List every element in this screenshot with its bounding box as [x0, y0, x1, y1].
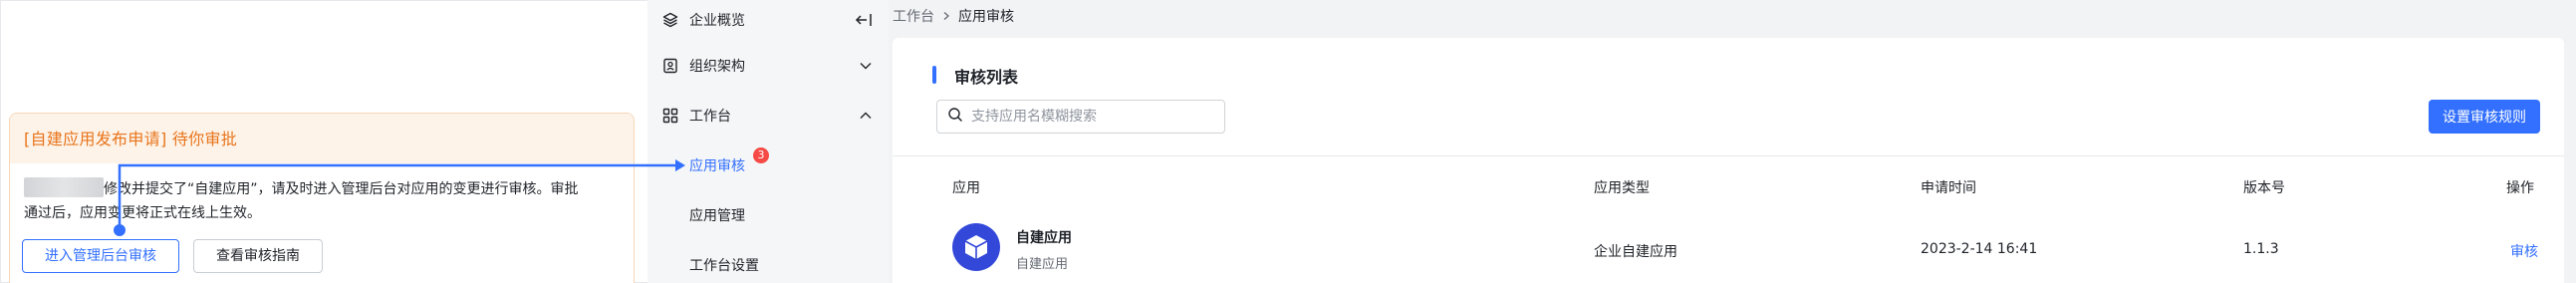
- chevron-up-icon: [857, 107, 875, 125]
- sidebar-item-label: 工作台: [689, 109, 731, 125]
- sidebar-item-label: 组织架构: [689, 59, 745, 75]
- review-list-card: 审核列表 设置审核规则 应用 应用类型 申请时间 版本号 操作 自建应用 自建应…: [893, 38, 2564, 283]
- sidebar-item-label: 企业概览: [689, 13, 745, 29]
- divider: [893, 155, 2564, 156]
- app-type-cell: 企业自建应用: [1594, 244, 1677, 260]
- notification-panel: [自建应用发布申请] 待你审批 修改并提交了“自建应用”，请及时进入管理后台对应…: [0, 0, 647, 283]
- sidebar-item-app-review[interactable]: 应用审核 3: [647, 145, 889, 185]
- app-cube-icon: [952, 223, 1000, 271]
- apply-time-cell: 2023-2-14 16:41: [1921, 241, 2038, 257]
- sidebar-item-overview[interactable]: 企业概览: [647, 0, 889, 40]
- chevron-down-icon: [857, 57, 875, 75]
- view-review-guide-button[interactable]: 查看审核指南: [193, 239, 323, 273]
- sidebar-item-workbench-settings[interactable]: 工作台设置: [647, 245, 889, 283]
- column-header-app-type: 应用类型: [1594, 180, 1650, 196]
- notice-actions: 进入管理后台审核 查看审核指南: [22, 239, 323, 273]
- notification-count-badge: 3: [753, 147, 769, 163]
- notice-title: [自建应用发布申请] 待你审批: [24, 130, 238, 148]
- app-name: 自建应用: [1016, 230, 1072, 246]
- notice-body: 修改并提交了“自建应用”，请及时进入管理后台对应用的变更进行审核。审批 通过后，…: [10, 163, 634, 225]
- sidebar-item-label: 应用管理: [689, 208, 745, 224]
- version-cell: 1.1.3: [2243, 241, 2279, 257]
- sidebar-item-workbench[interactable]: 工作台: [647, 96, 889, 136]
- app-description: 自建应用: [1016, 257, 1069, 272]
- column-header-action: 操作: [2506, 180, 2534, 196]
- breadcrumb-current: 应用审核: [958, 9, 1014, 25]
- admin-sidebar: 企业概览 组织架构 工作台 应用审核 3 应用管理 工作台设置: [647, 0, 889, 283]
- section-title: 审核列表: [932, 64, 1018, 88]
- review-action-link[interactable]: 审核: [2510, 241, 2538, 261]
- column-header-app: 应用: [952, 180, 980, 196]
- breadcrumb-workbench[interactable]: 工作台: [893, 6, 934, 26]
- enter-admin-review-button[interactable]: 进入管理后台审核: [22, 239, 179, 273]
- sidebar-item-label: 应用审核: [689, 158, 745, 174]
- chevron-right-icon: [940, 10, 952, 22]
- layers-icon: [661, 11, 679, 29]
- org-icon: [661, 57, 679, 75]
- search-input[interactable]: [971, 109, 1210, 125]
- set-review-rules-button[interactable]: 设置审核规则: [2429, 100, 2540, 134]
- notice-header: [自建应用发布申请] 待你审批: [10, 114, 634, 163]
- search-icon: [947, 107, 963, 127]
- sidebar-item-label: 工作台设置: [689, 258, 759, 274]
- grid-icon: [661, 107, 679, 125]
- notice-text-line2: 通过后，应用变更将正式在线上生效。: [24, 205, 261, 221]
- column-header-apply-time: 申请时间: [1921, 180, 1976, 196]
- approval-notice-card: [自建应用发布申请] 待你审批 修改并提交了“自建应用”，请及时进入管理后台对应…: [9, 113, 635, 283]
- main-content: 工作台 应用审核 审核列表 设置审核规则 应用 应用类型 申请时间 版本号 操作…: [889, 0, 2576, 283]
- sidebar-item-organization[interactable]: 组织架构: [647, 46, 889, 86]
- collapse-left-icon[interactable]: [855, 11, 873, 29]
- search-field[interactable]: [936, 100, 1225, 134]
- column-header-version: 版本号: [2243, 180, 2285, 196]
- breadcrumb: 工作台 应用审核: [893, 0, 1014, 32]
- notice-text-line1: 修改并提交了“自建应用”，请及时进入管理后台对应用的变更进行审核。审批: [104, 181, 579, 197]
- sidebar-item-app-management[interactable]: 应用管理: [647, 195, 889, 235]
- redacted-user-name: [24, 177, 104, 197]
